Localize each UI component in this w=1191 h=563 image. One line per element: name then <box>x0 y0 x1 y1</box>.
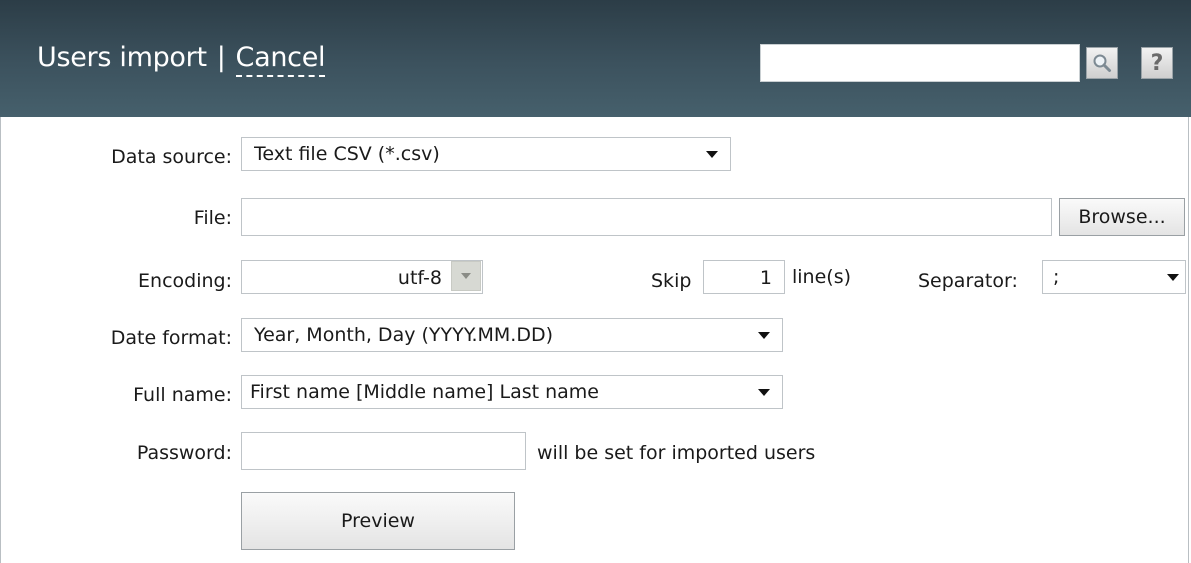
skip-lines-input[interactable]: 1 <box>703 260 785 294</box>
browse-button[interactable]: Browse... <box>1059 198 1185 236</box>
title-separator: | <box>216 42 226 73</box>
encoding-value: utf-8 <box>397 267 442 289</box>
password-input[interactable] <box>241 432 526 470</box>
date-format-select[interactable]: Year, Month, Day (YYYY.MM.DD) <box>241 318 783 352</box>
separator-label: Separator: <box>918 270 1018 292</box>
password-label: Password: <box>136 442 232 464</box>
separator-select[interactable]: ; <box>1042 260 1186 294</box>
data-source-value: Text file CSV (*.csv) <box>254 143 440 165</box>
cancel-link[interactable]: Cancel <box>235 42 326 77</box>
skip-label: Skip <box>651 270 692 292</box>
encoding-label: Encoding: <box>138 270 232 292</box>
chevron-down-icon <box>1167 273 1179 281</box>
preview-button[interactable]: Preview <box>241 492 515 550</box>
help-button[interactable]: ? <box>1141 47 1173 79</box>
search-button[interactable] <box>1086 47 1118 79</box>
password-hint: will be set for imported users <box>537 442 816 464</box>
full-name-select[interactable]: First name [Middle name] Last name <box>241 375 783 409</box>
header-bar: Users import | Cancel ? <box>0 0 1191 117</box>
chevron-down-icon <box>758 388 770 396</box>
data-source-select[interactable]: Text file CSV (*.csv) <box>241 137 731 171</box>
file-path-input[interactable] <box>241 198 1052 236</box>
title-text: Users import <box>37 42 207 73</box>
encoding-dropdown-arrow[interactable] <box>451 261 481 291</box>
page-title: Users import | Cancel <box>37 42 326 77</box>
chevron-down-icon <box>758 331 770 339</box>
magnifier-icon <box>1093 54 1111 72</box>
chevron-down-icon <box>706 150 718 158</box>
search-input[interactable] <box>760 44 1080 82</box>
data-source-label: Data source: <box>111 146 232 168</box>
date-format-label: Date format: <box>110 327 232 349</box>
date-format-value: Year, Month, Day (YYYY.MM.DD) <box>254 324 554 346</box>
encoding-select[interactable]: utf-8 <box>241 260 483 294</box>
separator-value: ; <box>1053 266 1060 288</box>
file-label: File: <box>193 207 232 229</box>
full-name-value: First name [Middle name] Last name <box>250 381 599 403</box>
skip-lines-suffix: line(s) <box>792 266 852 288</box>
full-name-label: Full name: <box>133 384 232 406</box>
chevron-down-icon <box>461 273 471 279</box>
skip-lines-value: 1 <box>759 267 772 289</box>
